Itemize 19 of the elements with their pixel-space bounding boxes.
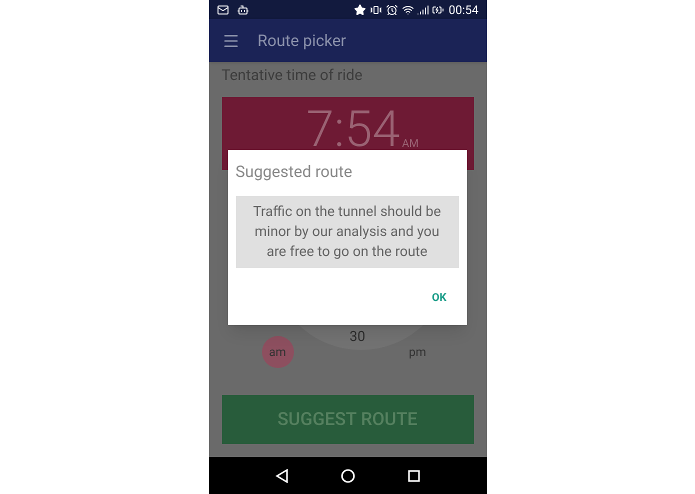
vibrate-icon [370, 4, 382, 16]
app-title: Route picker [258, 30, 346, 52]
clock-time: 00:54 [448, 4, 478, 16]
clock-number: 30 [350, 328, 366, 347]
robot-icon [236, 4, 248, 16]
recents-icon[interactable] [408, 470, 420, 482]
period-value: AM [402, 136, 419, 152]
star-icon [354, 4, 366, 16]
period-toggle[interactable]: am [262, 336, 294, 368]
time-value: 7:54 [306, 102, 400, 158]
battery-icon [432, 4, 444, 16]
alarm-icon [386, 4, 398, 16]
home-icon[interactable] [341, 468, 356, 482]
dialog-title: Suggested route [236, 161, 354, 183]
back-icon[interactable] [274, 468, 289, 482]
dialog-message: Traffic on the tunnel should be minor by our analysis and you are free to go on the route [236, 196, 458, 268]
ok-button[interactable]: OK [432, 290, 446, 306]
wifi-icon [402, 4, 414, 16]
mail-icon [216, 4, 228, 16]
